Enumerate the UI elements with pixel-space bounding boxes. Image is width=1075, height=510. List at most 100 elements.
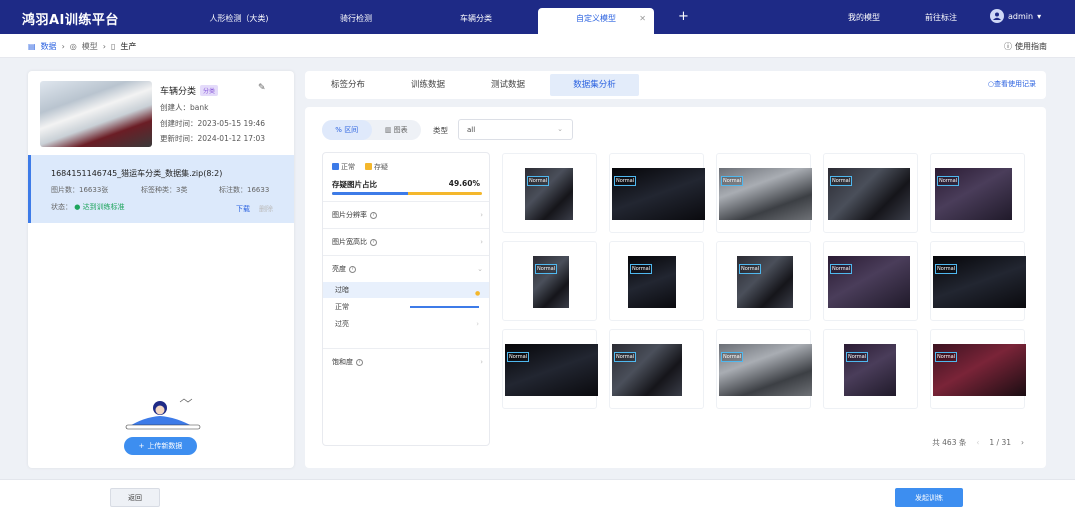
type-select[interactable]: all ⌄	[458, 119, 573, 140]
image-grid: Normal Normal Normal Normal Normal Normal Norm…	[502, 153, 1027, 415]
tab-dataset-analysis[interactable]: 数据集分析	[550, 74, 639, 96]
tab-label-distribution[interactable]: 标签分布	[313, 74, 383, 96]
filter-resolution[interactable]: 图片分辨率? ›	[323, 201, 489, 228]
normal-ratio-fill	[332, 192, 408, 195]
image-label: Normal	[830, 176, 853, 186]
start-training-button[interactable]: 发起训练	[895, 488, 963, 507]
download-link[interactable]: 下载	[236, 204, 250, 214]
toggle-interval-label: 区间	[344, 126, 359, 134]
brightness-normal[interactable]: 正常	[323, 299, 489, 315]
tab-training-data[interactable]: 训练数据	[393, 74, 463, 96]
chevron-right-icon[interactable]: ›	[1021, 438, 1024, 447]
filter-aspect-ratio[interactable]: 图片宽高比? ›	[323, 228, 489, 255]
image-label: Normal	[614, 352, 637, 362]
image-label: Normal	[614, 176, 637, 186]
suspect-ratio-value: 49.60%	[448, 179, 480, 188]
image-label: Normal	[721, 176, 744, 186]
status-label: 状态：	[51, 203, 72, 211]
version-labeled-count: 标注数：16633	[219, 186, 270, 194]
my-models-link[interactable]: 我的模型	[848, 12, 880, 23]
image-card[interactable]: Normal	[930, 153, 1025, 233]
pager-page: 1 / 31	[989, 438, 1011, 447]
image-label: Normal	[527, 176, 550, 186]
tab-test-data[interactable]: 测试数据	[473, 74, 543, 96]
filter-resolution-label: 图片分辨率	[332, 211, 367, 219]
type-filter-label: 类型	[433, 126, 448, 135]
toggle-chart[interactable]: ▥ 图表	[372, 120, 422, 140]
legend-suspect-label: 存疑	[374, 163, 388, 171]
version-label-kinds: 标签种类：3类	[141, 186, 188, 194]
image-card[interactable]: Normal	[823, 153, 918, 233]
user-menu[interactable]: admin ▾	[990, 9, 1041, 23]
filter-brightness-label: 亮度	[332, 265, 346, 273]
nav-tab-ride-detect[interactable]: 骑行检测	[312, 8, 400, 34]
brightness-too-bright[interactable]: 过亮 ›	[323, 316, 489, 332]
image-card[interactable]: Normal	[716, 329, 812, 409]
nav-tab-vehicle-classify[interactable]: 车辆分类	[432, 8, 520, 34]
image-label: Normal	[739, 264, 762, 274]
image-card[interactable]: Normal	[823, 329, 918, 409]
filter-saturation[interactable]: 饱和度? ›	[323, 348, 489, 375]
image-card[interactable]: Normal	[823, 241, 918, 321]
brightness-too-dark[interactable]: 过暗 ●	[323, 282, 489, 298]
plus-icon[interactable]: +	[678, 9, 689, 24]
legend-normal: 正常	[332, 162, 355, 172]
image-card[interactable]: Normal	[609, 241, 704, 321]
brightness-too-bright-label: 过亮	[335, 320, 349, 328]
image-card[interactable]: Normal	[502, 153, 597, 233]
image-label: Normal	[935, 264, 958, 274]
empty-illustration	[125, 398, 201, 430]
delete-link[interactable]: 删除	[259, 204, 273, 214]
dataset-version-item[interactable]: 1684151146745_猎运车分类_数据集.zip(8:2) 图片数：166…	[28, 155, 294, 223]
back-button[interactable]: 返回	[110, 488, 160, 507]
image-label: Normal	[935, 352, 958, 362]
analysis-filter-panel: 正常 存疑 存疑图片占比 49.60% 图片分辨率? › 图片宽高比? › 亮度? ⌄…	[322, 152, 490, 446]
filter-brightness[interactable]: 亮度? ⌄	[323, 255, 489, 282]
check-circle-icon: ●	[74, 203, 81, 211]
image-card[interactable]: Normal	[716, 241, 811, 321]
dataset-title: 车辆分类 分类	[160, 84, 219, 97]
image-card[interactable]: Normal	[502, 241, 597, 321]
brightness-too-dark-label: 过暗	[335, 286, 349, 294]
upload-new-data-button[interactable]: + 上传新数据	[124, 437, 197, 455]
dataset-creator: 创建人：bank	[160, 103, 209, 112]
image-card[interactable]: Normal	[609, 153, 705, 233]
go-annotate-link[interactable]: 前往标注	[925, 12, 957, 23]
edit-icon[interactable]: ✎	[258, 83, 266, 93]
chevron-left-icon[interactable]: ‹	[976, 438, 979, 447]
percent-icon: %	[335, 126, 342, 134]
nav-tab-custom-model[interactable]: 自定义模型 ✕	[538, 8, 654, 34]
view-usage-record-link[interactable]: ○查看使用记录	[988, 79, 1036, 89]
chevron-right-icon: ›	[480, 211, 483, 219]
toggle-interval[interactable]: % 区间	[322, 120, 372, 140]
image-card[interactable]: Normal	[502, 329, 598, 409]
user-guide-label: 使用指南	[1015, 42, 1047, 51]
file-icon: ▯	[110, 42, 116, 51]
footer-bar: 返回 发起训练	[0, 479, 1075, 510]
close-icon[interactable]: ✕	[639, 8, 646, 30]
image-card[interactable]: Normal	[716, 153, 812, 233]
brightness-normal-bar	[410, 306, 479, 308]
image-label: Normal	[535, 264, 558, 274]
dataset-panel: 车辆分类 分类 ✎ 创建人：bank 创建时间：2023-05-15 19:46…	[28, 71, 294, 468]
chevron-right-icon: ›	[480, 238, 483, 246]
user-guide-link[interactable]: ⓘ 使用指南	[1004, 41, 1047, 52]
analysis-tabs: 标签分布 训练数据 测试数据 数据集分析 ○查看使用记录	[305, 71, 1046, 99]
top-nav-bar: 鸿羽AI训练平台 人形检测（大类) 骑行检测 车辆分类 自定义模型 ✕ + 我的…	[0, 0, 1075, 34]
breadcrumb-production: 生产	[120, 42, 137, 51]
breadcrumb-model[interactable]: 模型	[82, 41, 98, 52]
nav-tab-person-detect[interactable]: 人形检测（大类)	[195, 8, 283, 34]
dataset-updated-time: 更新时间：2024-01-12 17:03	[160, 134, 266, 143]
chevron-right-icon: ›	[480, 358, 483, 366]
chevron-right-icon: ›	[102, 42, 106, 51]
image-card[interactable]: Normal	[930, 241, 1026, 321]
image-card[interactable]: Normal	[609, 329, 704, 409]
user-icon	[993, 12, 1001, 20]
image-card[interactable]: Normal	[930, 329, 1026, 409]
analysis-panel: 标签分布 训练数据 测试数据 数据集分析 ○查看使用记录 % 区间 ▥ 图表 类…	[305, 71, 1046, 468]
legend: 正常 存疑	[332, 162, 388, 172]
image-label: Normal	[630, 264, 653, 274]
breadcrumb-data[interactable]: 数据	[41, 41, 57, 52]
chevron-right-icon: ›	[476, 320, 479, 328]
image-label: Normal	[507, 352, 530, 362]
